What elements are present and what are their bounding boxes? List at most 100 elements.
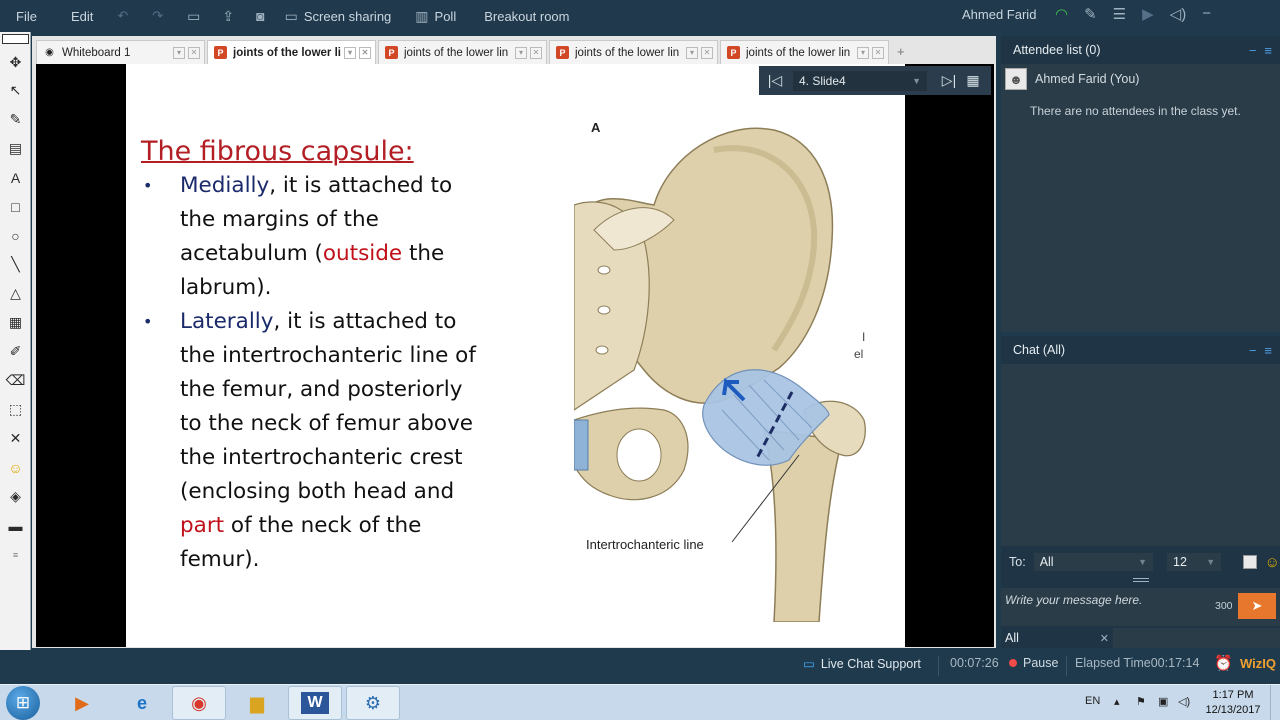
document-tabs: ◉ Whiteboard 1 ▾ ✕ P joints of the lower… — [36, 40, 905, 64]
word-icon[interactable]: W — [288, 686, 342, 720]
tray-expand-icon[interactable]: ▴ — [1114, 695, 1120, 708]
window-icon[interactable]: ▭ — [187, 8, 200, 25]
slide-select[interactable]: 4. Slide4 ▼ — [793, 70, 927, 91]
menu-icon[interactable]: ≡ — [1264, 43, 1272, 58]
bold-checkbox[interactable] — [1243, 555, 1257, 569]
stroke-size-icon[interactable]: ≡ — [5, 544, 26, 565]
close-icon[interactable]: ✕ — [872, 46, 884, 59]
file-explorer-icon[interactable]: ▆ — [230, 686, 284, 720]
color-swatch[interactable] — [2, 34, 29, 44]
add-tab-icon[interactable]: + — [897, 44, 905, 64]
recipient-select[interactable]: All ▼ — [1033, 553, 1154, 571]
rectangle-icon[interactable]: □ — [5, 196, 26, 217]
line-icon[interactable]: ╲ — [5, 254, 26, 275]
close-icon[interactable]: ✕ — [530, 46, 542, 59]
tab-presentation-4[interactable]: P joints of the lower lin ▾ ✕ — [720, 40, 889, 64]
chat-recipient-bar: To: All ▼ 12 ▼ ☺ — [1001, 548, 1280, 576]
speaker-icon[interactable]: ◁) — [1170, 5, 1187, 23]
network-icon[interactable]: ▣ — [1158, 695, 1168, 708]
edit-menu[interactable]: Edit — [71, 9, 93, 24]
pause-button[interactable]: Pause — [1009, 656, 1058, 670]
attendee-header: Attendee list (0) − ≡ — [1001, 36, 1280, 64]
close-icon[interactable]: ✕ — [188, 46, 200, 59]
tab-menu-icon[interactable]: ▾ — [857, 46, 869, 59]
send-button[interactable]: ➤ — [1238, 593, 1276, 619]
close-icon[interactable]: ✕ — [701, 46, 713, 59]
minimize-icon[interactable]: − — [1249, 343, 1257, 358]
clear-icon[interactable]: ✕ — [5, 428, 26, 449]
camera-icon[interactable]: ◙ — [256, 8, 264, 24]
system-clock[interactable]: 1:17 PM 12/13/2017 — [1200, 688, 1266, 718]
text-icon[interactable]: A — [5, 167, 26, 188]
grid-view-icon[interactable]: ▦ — [961, 72, 985, 89]
tab-presentation-1[interactable]: P joints of the lower lin ▾ ✕ — [207, 40, 376, 64]
chrome-icon[interactable]: ◉ — [172, 686, 226, 720]
tab-presentation-2[interactable]: P joints of the lower lin ▾ ✕ — [378, 40, 547, 64]
pointer-icon[interactable]: ↖ — [5, 80, 26, 101]
live-chat-support-button[interactable]: ▭ Live Chat Support — [803, 656, 921, 672]
slide-text: The fibrous capsule: • Medially, it is a… — [141, 136, 561, 577]
redo-icon[interactable]: ↷ — [152, 8, 163, 24]
wifi-icon: ◠ — [1055, 6, 1069, 23]
emoji-icon[interactable]: ☺ — [1265, 554, 1280, 571]
undo-icon[interactable]: ↶ — [117, 8, 128, 24]
figure-letter: A — [591, 120, 601, 135]
shapes-icon[interactable]: ⬚ — [5, 399, 26, 420]
bullet-line: labrum). — [180, 275, 272, 300]
last-slide-icon[interactable]: ▷| — [937, 72, 961, 89]
move-icon[interactable]: ✥ — [5, 52, 26, 73]
keyword-part: part — [180, 513, 225, 538]
emoji-icon[interactable]: ☺ — [5, 457, 26, 478]
table-icon[interactable]: ▦ — [5, 312, 26, 333]
triangle-icon[interactable]: △ — [5, 283, 26, 304]
pen-icon[interactable]: ✎ — [1084, 5, 1097, 23]
close-icon[interactable]: ✕ — [1100, 632, 1109, 645]
elapsed-label: Elapsed Time — [1075, 656, 1151, 670]
alarm-icon[interactable]: ⏰ — [1214, 654, 1233, 672]
tab-menu-icon[interactable]: ▾ — [515, 46, 527, 59]
fill-icon[interactable]: ◈ — [5, 486, 26, 507]
font-size-value: 12 — [1173, 555, 1187, 569]
attendee-name: Ahmed Farid (You) — [1035, 72, 1140, 86]
tab-menu-icon[interactable]: ▾ — [686, 46, 698, 59]
message-input[interactable]: Write your message here. 300 ➤ — [1001, 588, 1280, 626]
minimize-icon[interactable]: − — [1202, 5, 1211, 23]
line-style-icon[interactable]: ▬ — [5, 515, 26, 536]
chat-panel: Chat (All) − ≡ To: All ▼ 12 ▼ ☺ Write you… — [1001, 336, 1280, 648]
highlighter-icon[interactable]: ✐ — [5, 341, 26, 362]
tab-menu-icon[interactable]: ▾ — [173, 46, 185, 59]
text-box-icon[interactable]: ▤ — [5, 138, 26, 159]
video-icon[interactable]: ▶ — [1142, 5, 1154, 23]
tab-menu-icon[interactable]: ▾ — [344, 46, 356, 59]
file-menu[interactable]: File — [16, 9, 37, 24]
hand-icon[interactable]: ☰ — [1113, 5, 1126, 23]
to-label: To: — [1009, 555, 1026, 569]
tab-whiteboard[interactable]: ◉ Whiteboard 1 ▾ ✕ — [36, 40, 205, 64]
upload-icon[interactable]: ⇪ — [222, 8, 234, 25]
attendee-self[interactable]: ☻ Ahmed Farid (You) — [1005, 68, 1139, 90]
media-player-icon[interactable]: ▶ — [55, 686, 109, 720]
start-button[interactable]: ⊞ — [6, 686, 40, 720]
breakout-room-button[interactable]: Breakout room — [484, 9, 569, 24]
show-desktop-button[interactable] — [1270, 685, 1280, 720]
chat-tab-all[interactable]: All ✕ — [1001, 628, 1113, 648]
first-slide-icon[interactable]: |◁ — [763, 72, 787, 89]
language-indicator[interactable]: EN — [1085, 695, 1100, 707]
eraser-icon[interactable]: ⌫ — [5, 370, 26, 391]
poll-button[interactable]: ▥ Poll — [415, 8, 456, 25]
screen-sharing-button[interactable]: ▭ Screen sharing — [285, 8, 392, 25]
flag-icon[interactable]: ⚑ — [1136, 695, 1146, 708]
resize-handle[interactable] — [1133, 578, 1149, 582]
minimize-icon[interactable]: − — [1249, 43, 1257, 58]
tab-presentation-3[interactable]: P joints of the lower lin ▾ ✕ — [549, 40, 718, 64]
font-size-select[interactable]: 12 ▼ — [1167, 553, 1222, 571]
circle-icon[interactable]: ○ — [5, 225, 26, 246]
wiziq-app-icon[interactable]: ⚙ — [346, 686, 400, 720]
pencil-icon[interactable]: ✎ — [5, 109, 26, 130]
volume-icon[interactable]: ◁) — [1178, 695, 1190, 708]
menu-icon[interactable]: ≡ — [1264, 343, 1272, 358]
internet-explorer-icon[interactable]: e — [115, 686, 169, 720]
empty-message: There are no attendees in the class yet. — [1030, 104, 1241, 118]
figure-partial-mark: I — [862, 330, 865, 344]
close-icon[interactable]: ✕ — [359, 46, 371, 59]
